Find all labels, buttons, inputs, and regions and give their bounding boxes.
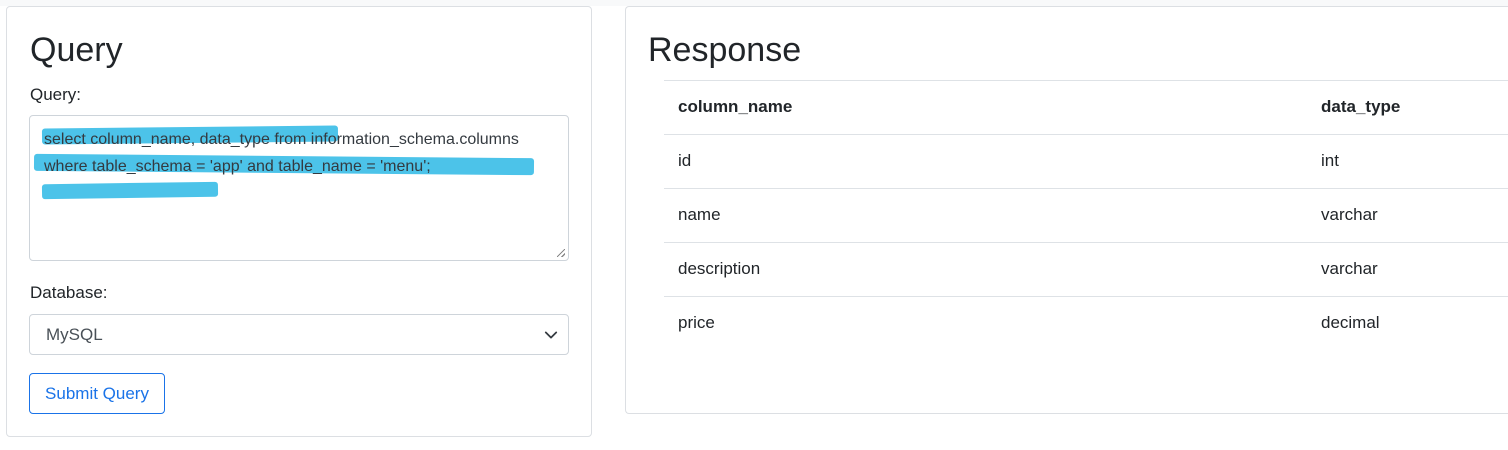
submit-query-button[interactable]: Submit Query [29,373,165,414]
table-row: name varchar [664,188,1508,242]
response-card: Response column_name data_type id int na… [625,6,1508,414]
table-cell: decimal [1321,313,1380,332]
database-label: Database: [30,283,108,302]
resize-handle-icon[interactable] [557,249,565,257]
response-table: column_name data_type id int name varcha… [664,80,1508,350]
table-cell: price [678,313,715,332]
response-title: Response [648,31,802,69]
table-cell: int [1321,151,1339,170]
database-select[interactable]: MySQL [29,314,569,355]
table-cell: varchar [1321,259,1378,278]
table-cell: varchar [1321,205,1378,224]
table-cell: name [678,205,721,224]
query-label: Query: [30,85,82,104]
database-selected-value: MySQL [46,325,103,344]
table-header-row: column_name data_type [664,80,1508,134]
table-row: description varchar [664,242,1508,296]
table-row: price decimal [664,296,1508,350]
column-header: data_type [1321,97,1401,116]
chevron-down-icon [544,331,558,339]
table-row: id int [664,134,1508,188]
column-header: column_name [678,97,793,116]
table-cell: id [678,151,692,170]
query-card: Query Query: select column_name, data_ty… [6,6,592,437]
text-highlight [41,181,219,200]
query-title: Query [30,31,123,69]
table-cell: description [678,259,761,278]
query-textarea[interactable]: select column_name, data_type from infor… [29,115,569,261]
query-text: select column_name, data_type from infor… [44,131,524,175]
